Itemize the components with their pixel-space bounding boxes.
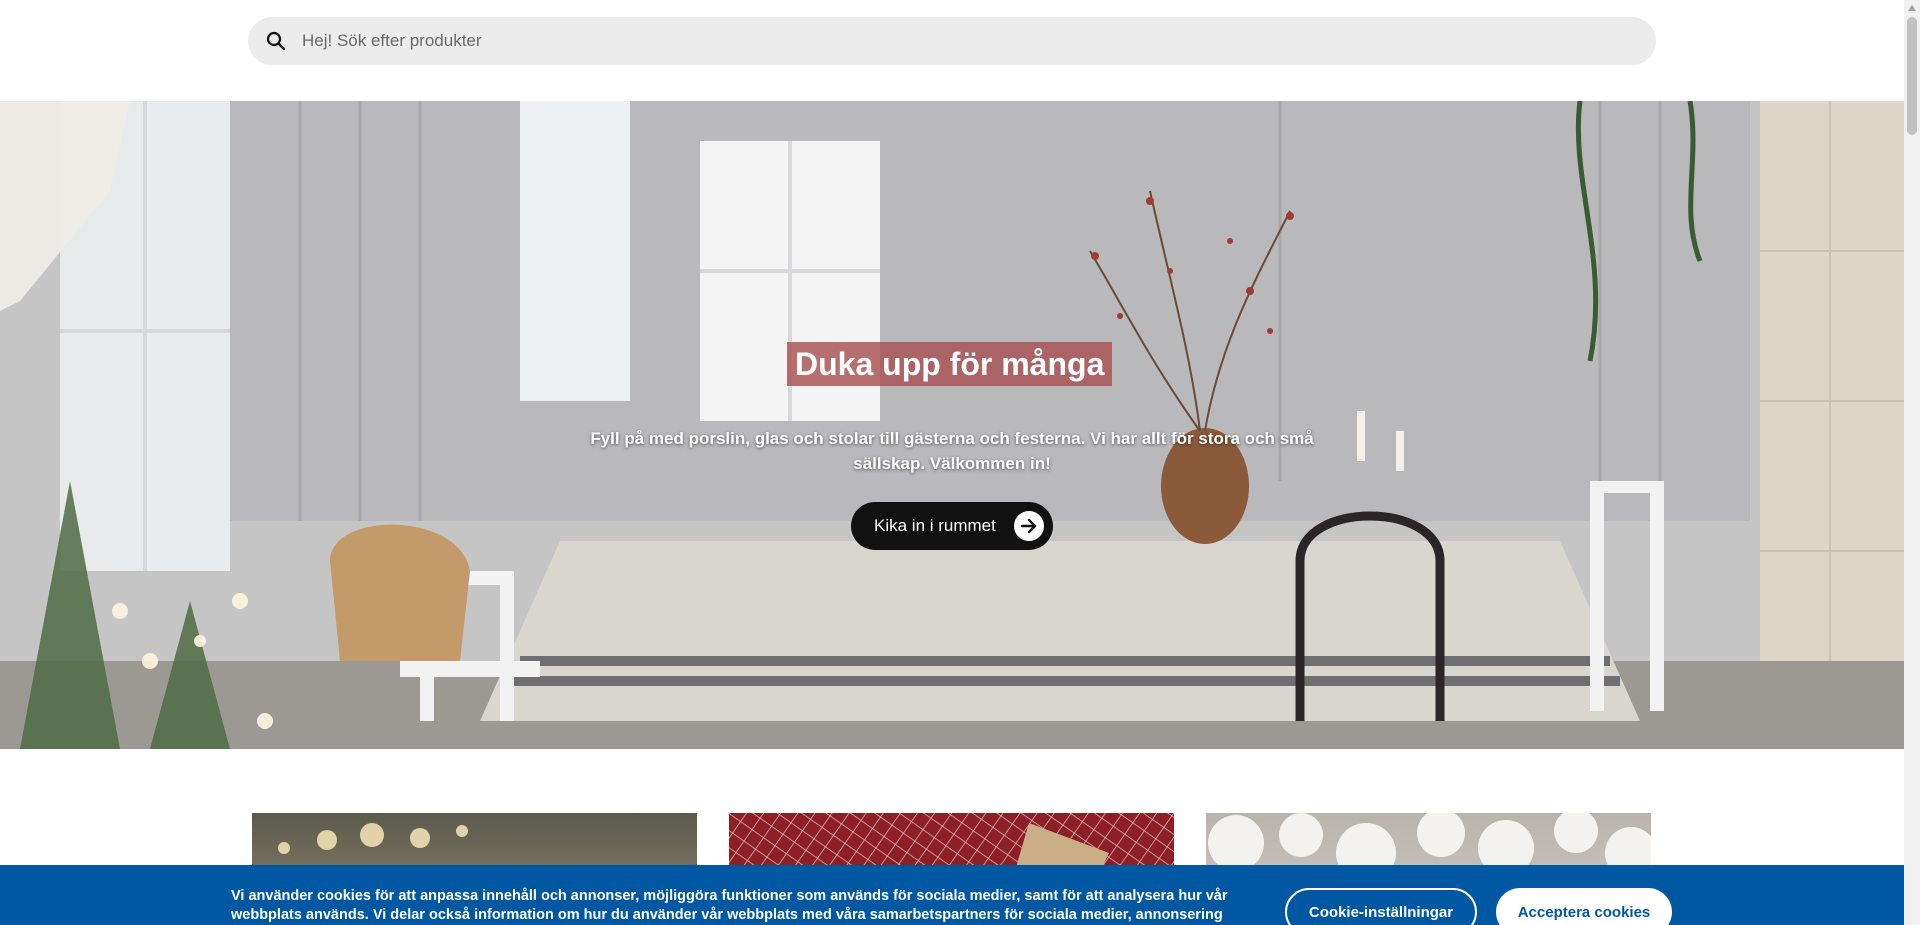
scroll-up-arrow-icon[interactable] (1904, 0, 1920, 16)
search-icon[interactable] (264, 29, 288, 53)
search-bar[interactable] (248, 17, 1656, 65)
hero-cta-label: Kika in i rummet (874, 516, 996, 535)
hero-content: Duka upp för många Fyll på med porslin, … (0, 101, 1904, 749)
cookie-banner: Vi använder cookies för att anpassa inne… (0, 865, 1904, 925)
scrollbar-thumb[interactable] (1907, 17, 1917, 135)
hero-banner: Duka upp för många Fyll på med porslin, … (0, 101, 1904, 749)
hero-title: Duka upp för många (787, 342, 1113, 386)
cookie-text: Vi använder cookies för att anpassa inne… (231, 888, 1228, 923)
hero-cta-button[interactable]: Kika in i rummet (851, 502, 1053, 550)
cookie-settings-button[interactable]: Cookie-inställningar (1285, 888, 1477, 925)
site-header (0, 0, 1904, 101)
vertical-scrollbar[interactable] (1904, 0, 1920, 925)
arrow-right-icon (1014, 511, 1044, 541)
hero-subtitle: Fyll på med porslin, glas och stolar til… (590, 429, 1314, 473)
accept-cookies-button[interactable]: Acceptera cookies (1496, 888, 1672, 925)
search-input[interactable] (288, 17, 1656, 65)
